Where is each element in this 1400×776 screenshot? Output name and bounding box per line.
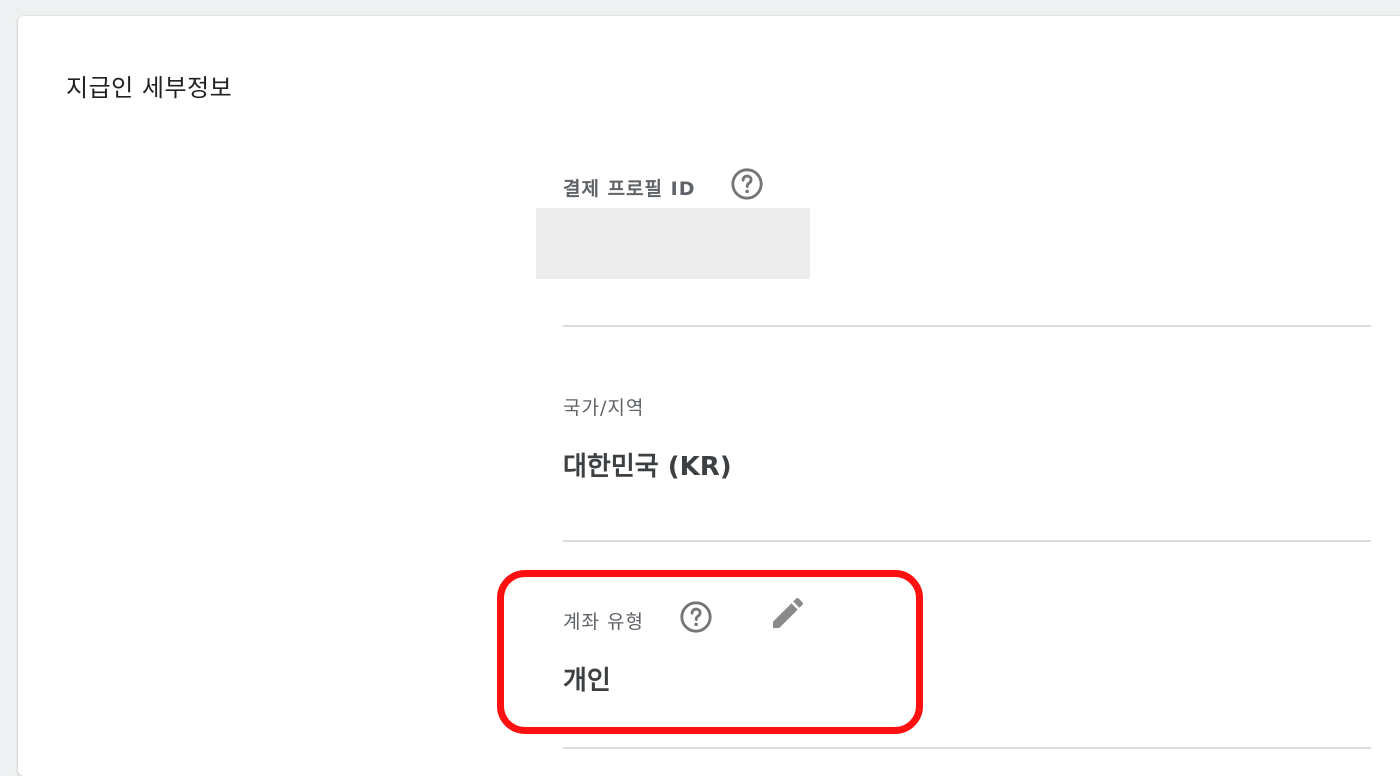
highlight-annotation-box — [497, 570, 923, 734]
country-label: 국가/지역 — [563, 397, 645, 419]
divider — [563, 540, 1371, 542]
divider — [563, 325, 1371, 327]
payer-details-card: 지급인 세부정보 결제 프로필 ID 국가/지역 대한민국 (KR) 계좌 유형… — [18, 16, 1400, 776]
divider — [563, 747, 1371, 749]
help-circle-icon[interactable] — [730, 167, 764, 201]
section-title: 지급인 세부정보 — [66, 74, 233, 102]
payments-profile-id-value-redacted — [536, 208, 810, 279]
country-value: 대한민국 (KR) — [563, 452, 732, 482]
payments-profile-id-label: 결제 프로필 ID — [563, 178, 696, 200]
